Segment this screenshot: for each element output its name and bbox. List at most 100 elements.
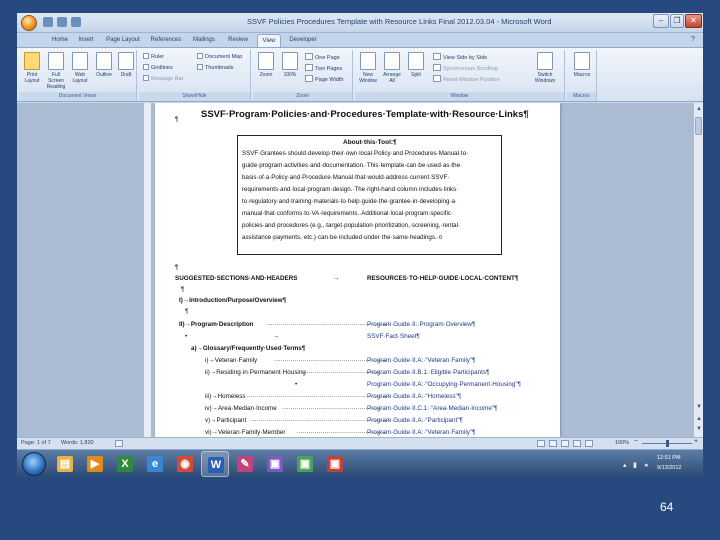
page-count[interactable]: Page: 1 of 7 <box>21 440 51 446</box>
draft-view-icon[interactable] <box>585 440 593 447</box>
resource-link[interactable]: Program·Guide·II.A:·“Veteran·Family”¶ <box>367 357 475 364</box>
document-map-checkbox[interactable]: Document Map <box>197 53 242 61</box>
vertical-scrollbar[interactable]: ▲ ▼ ▲ ▼ <box>693 103 703 437</box>
save-icon[interactable] <box>43 17 53 27</box>
tab-mailings[interactable]: Mailings <box>189 34 219 47</box>
full-screen-view-icon[interactable] <box>549 440 557 447</box>
full-screen-reading-button[interactable]: Full Screen Reading <box>45 52 67 90</box>
outline-view-icon[interactable] <box>573 440 581 447</box>
split-button[interactable]: Split <box>405 52 427 78</box>
tab-insert[interactable]: Insert <box>75 34 97 47</box>
taskbar-app-explorer[interactable]: ▤ <box>51 451 79 477</box>
macros-button[interactable]: Macros <box>571 52 593 78</box>
network-icon[interactable]: ▮ <box>633 461 637 469</box>
zoom-label: Zoom <box>259 72 273 78</box>
column-header-resources: RESOURCES·TO·HELP·GUIDE·LOCAL·CONTENT¶ <box>367 275 519 282</box>
redo-icon[interactable] <box>71 17 81 27</box>
word-count[interactable]: Words: 1,820 <box>61 440 94 446</box>
scrollbar-thumb[interactable] <box>695 117 702 135</box>
taskbar-app-paint[interactable]: ✎ <box>231 451 259 477</box>
bullet-mark: • <box>185 333 188 340</box>
arrange-all-label: Arrange All <box>383 72 401 84</box>
view-side-by-side-button[interactable]: View Side by Side <box>433 53 487 62</box>
message-bar-checkbox[interactable]: Message Bar <box>143 75 183 83</box>
tray-arrow-icon[interactable]: ▴ <box>623 461 627 469</box>
ruler-checkbox[interactable]: Ruler <box>143 53 164 61</box>
scroll-up-icon[interactable]: ▲ <box>695 105 703 113</box>
resource-link[interactable]: Program·Guide·II:·Program·Overview¶ <box>367 321 475 328</box>
zoom-in-icon[interactable]: + <box>694 438 698 445</box>
clock-date[interactable]: 9/13/2012 <box>657 465 681 471</box>
resource-link[interactable]: Program·Guide·II.A:·“Veteran·Family”¶ <box>367 429 475 436</box>
tab-page-layout[interactable]: Page Layout <box>103 34 143 47</box>
taskbar-app-excel[interactable]: X <box>111 451 139 477</box>
resource-link[interactable]: Program·Guide·II.A:·“Participant”¶ <box>367 417 463 424</box>
one-page-button[interactable]: One Page <box>305 53 340 62</box>
undo-icon[interactable] <box>57 17 67 27</box>
two-pages-button[interactable]: Two Pages <box>305 64 342 73</box>
thumbnails-checkbox[interactable]: Thumbnails <box>197 64 233 72</box>
zoom-level[interactable]: 100% <box>615 440 629 446</box>
proofing-icon[interactable] <box>115 440 123 447</box>
synchronous-scrolling-button[interactable]: Synchronous Scrolling <box>433 64 498 73</box>
resource-link[interactable]: Program·Guide·II.A:·“Homeless”¶ <box>367 393 461 400</box>
zoom-button[interactable]: Zoom <box>255 52 277 78</box>
taskbar-app-red[interactable]: ▣ <box>321 451 349 477</box>
taskbar-app-internet-explorer[interactable]: e <box>141 451 169 477</box>
about-line: basis·of·a·Policy·and·Procedure·Manual·t… <box>242 174 450 181</box>
web-layout-button[interactable]: Web Layout <box>69 52 91 84</box>
column-header-sections: SUGGESTED·SECTIONS·AND·HEADERS <box>175 275 298 282</box>
app-green-icon: ▣ <box>297 456 313 472</box>
clock-time[interactable]: 12:51 PM <box>657 455 681 461</box>
arrange-all-button[interactable]: Arrange All <box>381 52 403 84</box>
reset-window-position-button[interactable]: Reset Window Position <box>433 75 500 84</box>
scroll-down-icon[interactable]: ▼ <box>695 403 703 411</box>
help-icon[interactable]: ? <box>687 34 699 47</box>
resource-link[interactable]: Program·Guide·II.A:·“Occupying·Permanent… <box>367 381 521 388</box>
document-views-label: Document Views <box>19 92 136 101</box>
zoom-out-icon[interactable]: − <box>634 438 638 445</box>
new-window-button[interactable]: New Window <box>357 52 379 84</box>
close-button[interactable]: ✕ <box>685 14 702 28</box>
app-purple-icon: ▣ <box>267 456 283 472</box>
tab-review[interactable]: Review <box>225 34 251 47</box>
page-width-button[interactable]: Page Width <box>305 75 343 84</box>
previous-page-icon[interactable]: ▲ <box>695 415 703 423</box>
taskbar-app-purple[interactable]: ▣ <box>261 451 289 477</box>
tab-references[interactable]: References <box>149 34 183 47</box>
print-layout-button[interactable]: Print Layout <box>21 52 43 84</box>
taskbar-app-word[interactable]: W <box>201 451 229 477</box>
start-button-icon[interactable] <box>22 452 46 476</box>
resource-link[interactable]: Program·Guide·II.B.1:·Eligible·Participa… <box>367 369 489 376</box>
print-layout-view-icon[interactable] <box>537 440 545 447</box>
gridlines-checkbox[interactable]: Gridlines <box>143 64 173 72</box>
document-page[interactable]: SSVF·Program·Policies·and·Procedures·Tem… <box>155 103 560 437</box>
next-page-icon[interactable]: ▼ <box>695 425 703 433</box>
document-area[interactable]: SSVF·Program·Policies·and·Procedures·Tem… <box>17 103 693 437</box>
tab-home[interactable]: Home <box>49 34 71 47</box>
status-bar: Page: 1 of 7 Words: 1,820 100% − + <box>17 437 703 449</box>
resource-link[interactable]: Program·Guide·II.C.1:·“Area·Median·Incom… <box>367 405 497 412</box>
term-item: ii)→Residing·in·Permanent·Housing <box>205 369 306 376</box>
tab-view[interactable]: View <box>257 34 281 47</box>
switch-windows-button[interactable]: Switch Windows <box>531 52 559 84</box>
gridlines-label: Gridlines <box>151 65 173 71</box>
vertical-ruler <box>144 103 152 437</box>
minimize-button[interactable]: – <box>653 14 669 28</box>
about-line: SSVF·Grantees·should·develop·their·own·l… <box>242 150 469 157</box>
draft-button[interactable]: Draft <box>115 52 137 78</box>
taskbar-app-media-player[interactable]: ▶ <box>81 451 109 477</box>
volume-icon[interactable]: ◂ <box>644 461 648 469</box>
outline-button[interactable]: Outline <box>93 52 115 78</box>
zoom-100-button[interactable]: 100% <box>279 52 301 78</box>
taskbar-app-green[interactable]: ▣ <box>291 451 319 477</box>
office-button-icon[interactable] <box>21 15 37 31</box>
taskbar-app-chrome[interactable]: ◉ <box>171 451 199 477</box>
checkbox-icon <box>143 75 149 81</box>
restore-button[interactable]: ❐ <box>670 14 684 28</box>
web-layout-view-icon[interactable] <box>561 440 569 447</box>
outline-label: Outline <box>96 72 112 78</box>
resource-link[interactable]: SSVF·Fact·Sheet¶ <box>367 333 420 340</box>
zoom-slider-knob[interactable] <box>666 440 669 447</box>
tab-developer[interactable]: Developer <box>285 34 321 47</box>
